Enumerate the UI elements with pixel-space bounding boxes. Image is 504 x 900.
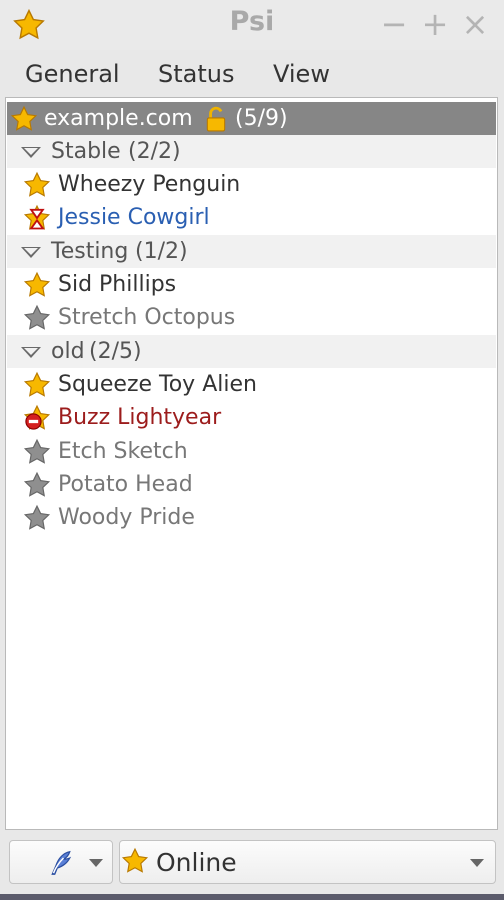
contact-row[interactable]: Stretch Octopus: [7, 301, 496, 334]
contact-row[interactable]: Etch Sketch: [7, 435, 496, 468]
title-bar: Psi − + ×: [0, 0, 504, 50]
star-offline-icon: [23, 504, 51, 530]
chevron-down-icon: [470, 859, 484, 867]
group-header-stable[interactable]: Stable (2/2): [7, 135, 496, 168]
account-row[interactable]: example.com (5/9): [7, 102, 496, 135]
account-name: example.com: [44, 106, 193, 131]
event-menu-button[interactable]: [9, 840, 113, 884]
status-selector[interactable]: Online: [119, 840, 496, 884]
contact-name: Stretch Octopus: [58, 305, 236, 330]
contact-list[interactable]: example.com (5/9) Stable (2/2) Wheezy Pe…: [5, 97, 498, 830]
star-icon: [10, 105, 38, 131]
chevron-down-icon: [21, 347, 41, 358]
close-button[interactable]: ×: [460, 4, 490, 44]
star-dnd-icon: [23, 404, 51, 430]
lock-open-icon: [206, 106, 226, 132]
contact-name: Jessie Cowgirl: [58, 205, 210, 230]
star-offline-icon: [23, 438, 51, 464]
feather-icon: [51, 850, 72, 875]
star-away-icon: [23, 204, 51, 230]
group-header-old[interactable]: old (2/5): [7, 335, 496, 368]
contact-name: Squeeze Toy Alien: [58, 372, 257, 397]
status-label: Online: [156, 848, 237, 877]
minimize-button[interactable]: −: [379, 4, 409, 44]
chevron-down-icon: [21, 247, 41, 258]
contact-name: Woody Pride: [58, 505, 195, 530]
contact-name: Potato Head: [58, 472, 193, 497]
contact-row[interactable]: Sid Phillips: [7, 268, 496, 301]
contact-row[interactable]: Woody Pride: [7, 501, 496, 534]
star-online-icon: [23, 271, 51, 297]
menu-bar: General Status View: [0, 52, 504, 96]
group-count: (2/2): [128, 139, 181, 164]
menu-general[interactable]: General: [25, 58, 120, 90]
account-count: (5/9): [235, 106, 288, 131]
contact-name: Sid Phillips: [58, 272, 177, 297]
star-offline-icon: [23, 304, 51, 330]
contact-row[interactable]: Buzz Lightyear: [7, 401, 496, 434]
maximize-button[interactable]: +: [420, 4, 450, 44]
menu-status[interactable]: Status: [158, 58, 234, 90]
contact-row[interactable]: Jessie Cowgirl: [7, 201, 496, 234]
chevron-down-icon: [89, 859, 103, 867]
group-header-testing[interactable]: Testing (1/2): [7, 235, 496, 268]
contact-name: Wheezy Penguin: [58, 172, 241, 197]
contact-row[interactable]: Potato Head: [7, 468, 496, 501]
status-bar: Online: [0, 832, 504, 900]
contact-row[interactable]: Wheezy Penguin: [7, 168, 496, 201]
menu-view[interactable]: View: [273, 58, 330, 90]
contact-name: Etch Sketch: [58, 439, 188, 464]
group-name: Stable: [51, 139, 121, 164]
contact-name: Buzz Lightyear: [58, 405, 222, 430]
window-border: [0, 894, 504, 900]
group-name: old: [51, 339, 85, 364]
star-online-icon: [23, 371, 51, 397]
star-offline-icon: [23, 471, 51, 497]
star-online-icon: [121, 847, 149, 873]
contact-row[interactable]: Squeeze Toy Alien: [7, 368, 496, 401]
star-online-icon: [23, 171, 51, 197]
group-count: (2/5): [89, 339, 142, 364]
group-name: Testing: [51, 239, 129, 264]
group-count: (1/2): [135, 239, 188, 264]
chevron-down-icon: [21, 147, 41, 158]
